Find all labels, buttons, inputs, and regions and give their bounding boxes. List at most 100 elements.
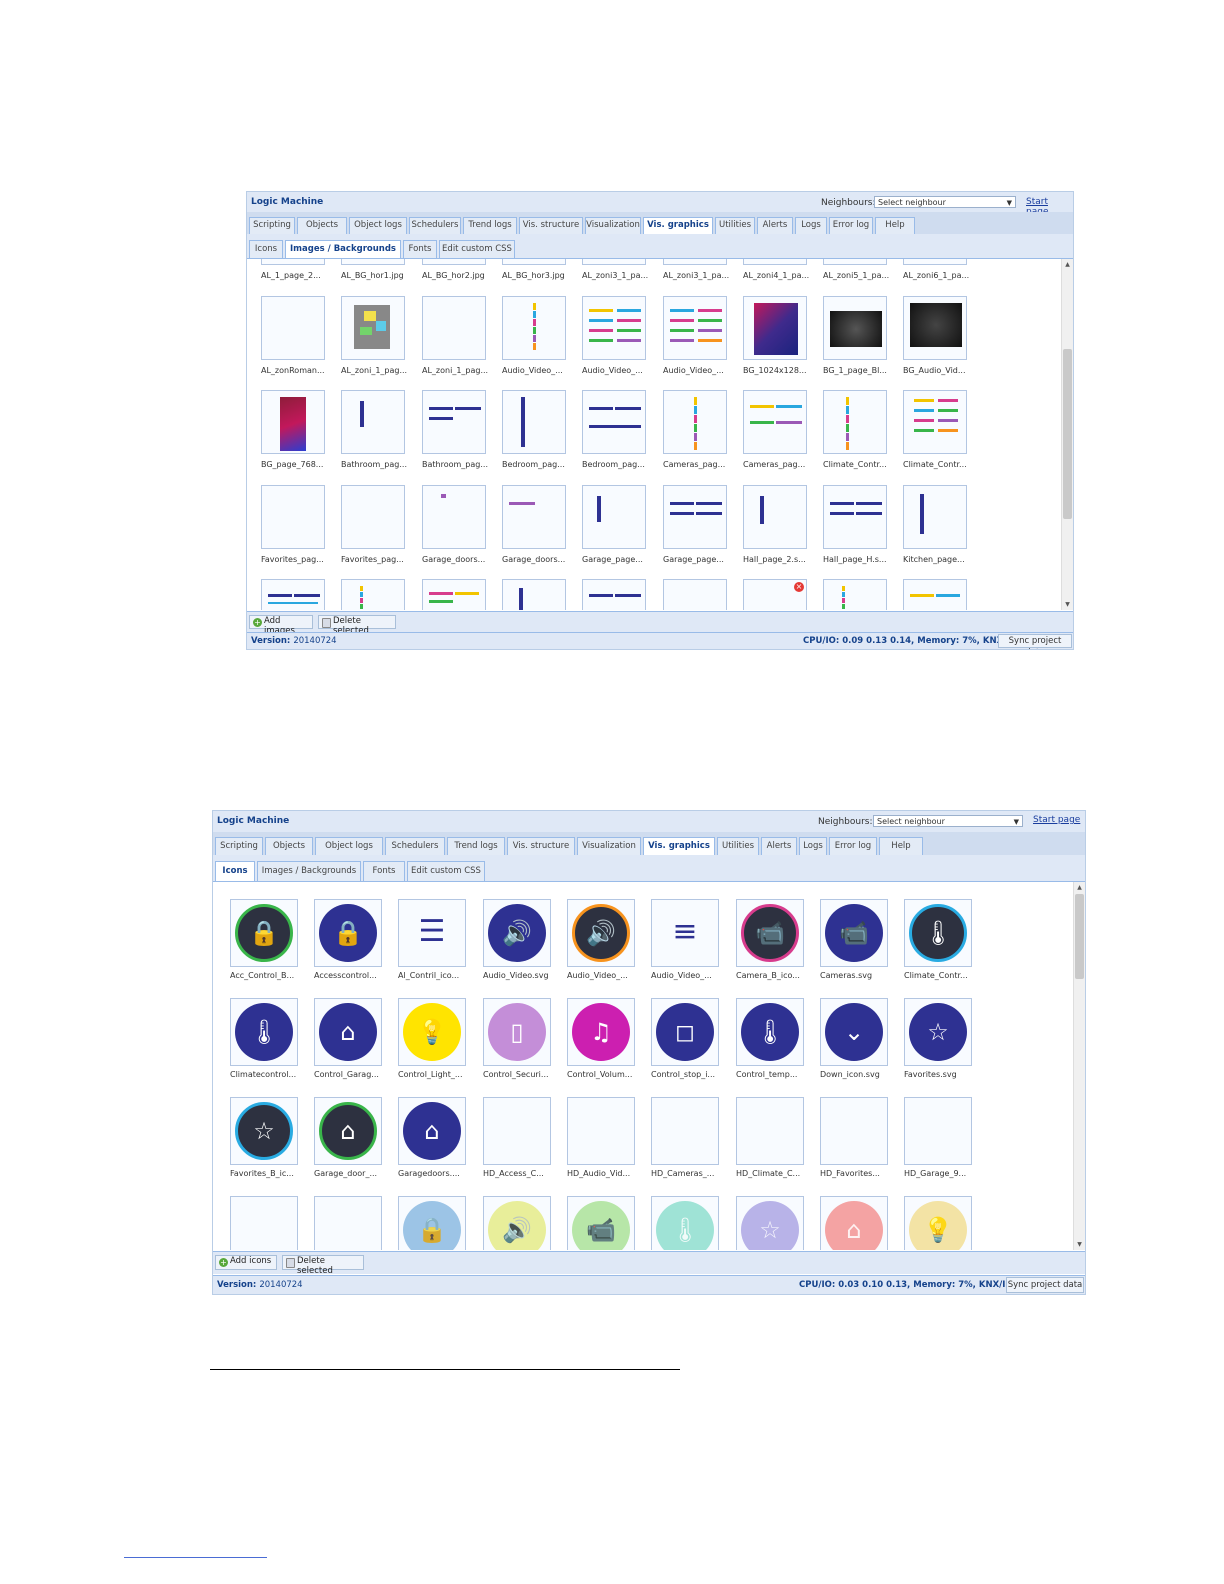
image-thumbnail[interactable] [261, 259, 325, 265]
image-thumbnail[interactable] [582, 579, 646, 610]
icon-thumbnail[interactable]: 🔒 [314, 899, 382, 967]
image-thumbnail[interactable] [341, 485, 405, 549]
image-thumbnail[interactable] [823, 259, 887, 265]
tab-vis-graphics[interactable]: Vis. graphics [643, 217, 713, 234]
image-thumbnail[interactable] [743, 485, 807, 549]
icon-thumbnail[interactable]: ≡ [651, 899, 719, 967]
subtab-edit-custom-css[interactable]: Edit custom CSS [439, 240, 515, 258]
icon-thumbnail[interactable]: ☆ [736, 1196, 804, 1250]
icon-thumbnail[interactable]: 🔒 [230, 899, 298, 967]
tab-logs[interactable]: Logs [799, 837, 827, 855]
tab-logs[interactable]: Logs [795, 217, 827, 234]
tab-utilities[interactable]: Utilities [715, 217, 755, 234]
icon-thumbnail[interactable]: ⌂ [398, 1097, 466, 1165]
image-thumbnail[interactable] [823, 296, 887, 360]
image-thumbnail[interactable] [823, 579, 887, 610]
image-thumbnail[interactable] [823, 390, 887, 454]
image-thumbnail[interactable] [743, 259, 807, 265]
tab-schedulers[interactable]: Schedulers [385, 837, 445, 855]
image-thumbnail[interactable] [903, 485, 967, 549]
image-thumbnail[interactable] [341, 390, 405, 454]
image-thumbnail[interactable] [582, 259, 646, 265]
icon-thumbnail[interactable]: 🌡 [904, 899, 972, 967]
image-thumbnail[interactable] [582, 485, 646, 549]
subtab-edit-custom-css[interactable]: Edit custom CSS [407, 861, 485, 881]
subtab-images-backgrounds[interactable]: Images / Backgrounds [257, 861, 361, 881]
image-thumbnail[interactable] [261, 579, 325, 610]
icon-thumbnail[interactable] [736, 1097, 804, 1165]
icon-thumbnail[interactable]: 📹 [820, 899, 888, 967]
add-images-button[interactable]: + Add images [249, 615, 313, 636]
icon-thumbnail[interactable]: ♫ [567, 998, 635, 1066]
subtab-fonts[interactable]: Fonts [403, 240, 437, 258]
icon-thumbnail[interactable]: 🔊 [483, 1196, 551, 1250]
image-thumbnail[interactable] [341, 259, 405, 265]
tab-help[interactable]: Help [875, 217, 915, 234]
icon-thumbnail[interactable] [314, 1196, 382, 1250]
image-thumbnail[interactable] [663, 259, 727, 265]
subtab-icons[interactable]: Icons [249, 240, 283, 258]
image-thumbnail[interactable] [422, 485, 486, 549]
tab-object-logs[interactable]: Object logs [315, 837, 383, 855]
image-thumbnail[interactable] [663, 296, 727, 360]
add-icons-button[interactable]: + Add icons [215, 1255, 277, 1270]
icon-thumbnail[interactable]: 🌡 [736, 998, 804, 1066]
icon-thumbnail[interactable]: 🔒 [398, 1196, 466, 1250]
icon-thumbnail[interactable]: ⌂ [314, 998, 382, 1066]
icon-thumbnail[interactable]: ☆ [904, 998, 972, 1066]
tab-visualization[interactable]: Visualization [585, 217, 641, 234]
icon-thumbnail[interactable] [820, 1097, 888, 1165]
icon-thumbnail[interactable]: 🌡 [651, 1196, 719, 1250]
icon-thumbnail[interactable]: ⌄ [820, 998, 888, 1066]
tab-schedulers[interactable]: Schedulers [409, 217, 461, 234]
scroll-up-icon[interactable]: ▲ [1062, 261, 1073, 268]
image-thumbnail[interactable] [663, 485, 727, 549]
icon-thumbnail[interactable]: 💡 [904, 1196, 972, 1250]
icon-thumbnail[interactable]: ☆ [230, 1097, 298, 1165]
image-thumbnail[interactable] [663, 579, 727, 610]
image-thumbnail[interactable] [743, 296, 807, 360]
sync-project-button[interactable]: Sync project data [1006, 1277, 1084, 1293]
image-thumbnail[interactable] [261, 485, 325, 549]
image-thumbnail[interactable] [663, 390, 727, 454]
vertical-scrollbar[interactable]: ▲ ▼ [1061, 259, 1073, 610]
icon-thumbnail[interactable]: ⌂ [314, 1097, 382, 1165]
icon-thumbnail[interactable] [904, 1097, 972, 1165]
tab-objects[interactable]: Objects [265, 837, 313, 855]
icon-thumbnail[interactable]: 🔊 [483, 899, 551, 967]
image-thumbnail[interactable] [502, 296, 566, 360]
icon-thumbnail[interactable] [567, 1097, 635, 1165]
subtab-fonts[interactable]: Fonts [363, 861, 405, 881]
delete-selected-button[interactable]: Delete selected [282, 1255, 364, 1276]
icon-thumbnail[interactable]: 💡 [398, 998, 466, 1066]
image-thumbnail[interactable]: × [743, 579, 807, 610]
tab-objects[interactable]: Objects [297, 217, 347, 234]
tab-alerts[interactable]: Alerts [757, 217, 793, 234]
tab-object-logs[interactable]: Object logs [349, 217, 407, 234]
image-thumbnail[interactable] [261, 296, 325, 360]
scroll-down-icon[interactable]: ▼ [1062, 601, 1073, 608]
tab-error-log[interactable]: Error log [829, 217, 873, 234]
image-thumbnail[interactable] [422, 296, 486, 360]
icon-thumbnail[interactable]: 🌡 [230, 998, 298, 1066]
image-thumbnail[interactable] [422, 579, 486, 610]
image-thumbnail[interactable] [422, 390, 486, 454]
scroll-down-icon[interactable]: ▼ [1074, 1241, 1085, 1248]
scrollbar-thumb[interactable] [1063, 349, 1072, 519]
image-thumbnail[interactable] [341, 296, 405, 360]
image-thumbnail[interactable] [903, 579, 967, 610]
icon-thumbnail[interactable]: ◻ [651, 998, 719, 1066]
delete-selected-button[interactable]: Delete selected [318, 615, 396, 636]
vertical-scrollbar[interactable]: ▲ ▼ [1073, 882, 1085, 1250]
tab-error-log[interactable]: Error log [829, 837, 877, 855]
image-thumbnail[interactable] [422, 259, 486, 265]
image-thumbnail[interactable] [903, 390, 967, 454]
image-thumbnail[interactable] [341, 579, 405, 610]
tab-help[interactable]: Help [879, 837, 923, 855]
image-thumbnail[interactable] [743, 390, 807, 454]
tab-vis-structure[interactable]: Vis. structure [519, 217, 583, 234]
icon-thumbnail[interactable]: ☰ [398, 899, 466, 967]
icon-thumbnail[interactable] [230, 1196, 298, 1250]
icon-thumbnail[interactable]: 🔊 [567, 899, 635, 967]
neighbour-select[interactable]: Select neighbour ▼ [873, 815, 1023, 827]
